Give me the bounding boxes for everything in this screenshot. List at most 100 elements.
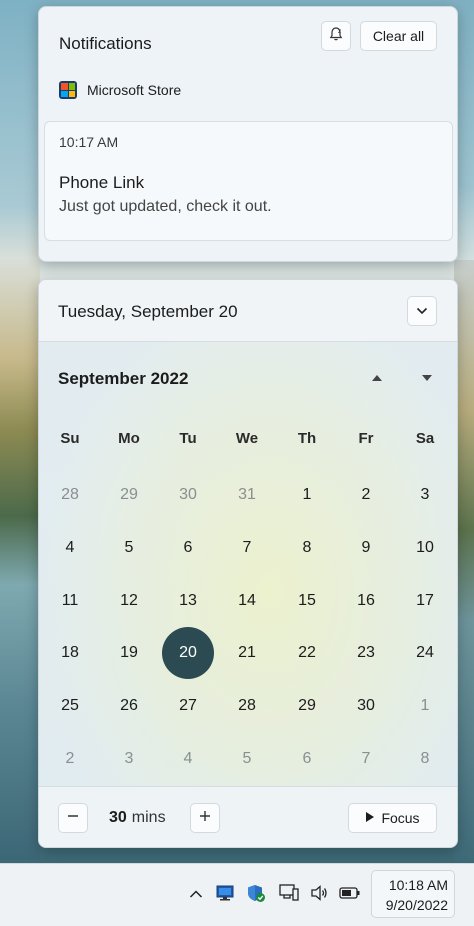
calendar-day[interactable]: 2 xyxy=(44,733,96,785)
calendar-day[interactable]: 3 xyxy=(103,733,155,785)
play-icon xyxy=(365,810,375,826)
calendar-day[interactable]: 22 xyxy=(281,627,333,679)
calendar-day[interactable]: 28 xyxy=(221,680,273,732)
calendar-day[interactable]: 8 xyxy=(399,733,451,785)
calendar-day[interactable]: 28 xyxy=(44,469,96,521)
notification-time: 10:17 AM xyxy=(59,134,119,150)
weekday-label: We xyxy=(235,430,259,447)
display-tray-button[interactable] xyxy=(214,884,236,906)
weekday-label: Sa xyxy=(415,430,435,447)
calendar-day[interactable]: 4 xyxy=(162,733,214,785)
display-icon xyxy=(215,883,235,908)
calendar-day[interactable]: 9 xyxy=(340,522,392,574)
calendar-day[interactable]: 17 xyxy=(399,575,451,627)
notification-app-header: Microsoft Store xyxy=(59,81,181,99)
calendar-day[interactable]: 6 xyxy=(162,522,214,574)
calendar-day[interactable]: 11 xyxy=(44,575,96,627)
calendar-day[interactable]: 7 xyxy=(221,522,273,574)
do-not-disturb-button[interactable]: z xyxy=(321,21,351,51)
notification-card[interactable]: 10:17 AM Phone Link Just got updated, ch… xyxy=(44,121,453,241)
calendar-day[interactable]: 27 xyxy=(162,680,214,732)
calendar-day[interactable]: 30 xyxy=(340,680,392,732)
calendar-day[interactable]: 15 xyxy=(281,575,333,627)
bell-snooze-icon: z xyxy=(328,26,344,47)
volume-icon xyxy=(310,883,330,908)
triangle-down-icon xyxy=(421,369,433,387)
clock-date: 9/20/2022 xyxy=(385,897,448,913)
calendar-day[interactable]: 21 xyxy=(221,627,273,679)
focus-button-label: Focus xyxy=(381,810,420,826)
calendar-day[interactable]: 7 xyxy=(340,733,392,785)
notification-center: Notifications z Clear all Microsoft Stor… xyxy=(38,6,458,262)
calendar-day[interactable]: 10 xyxy=(399,522,451,574)
weekday-label: Mo xyxy=(118,430,140,447)
minus-icon xyxy=(67,809,79,827)
calendar-day[interactable]: 14 xyxy=(221,575,273,627)
focus-button[interactable]: Focus xyxy=(348,803,437,833)
notifications-title: Notifications xyxy=(59,34,152,53)
plus-icon xyxy=(199,809,211,827)
calendar-day[interactable]: 16 xyxy=(340,575,392,627)
decrease-minutes-button[interactable] xyxy=(58,803,88,833)
focus-duration: 30 mins xyxy=(109,809,166,827)
weekday-header-row: Su Mo Tu We Th Fr Sa xyxy=(39,430,457,450)
triangle-up-icon xyxy=(371,369,383,387)
focus-session-bar: 30 mins Focus xyxy=(39,786,457,847)
show-hidden-icons-button[interactable] xyxy=(185,884,207,906)
chevron-up-icon xyxy=(189,886,203,904)
microsoft-store-icon xyxy=(59,81,77,99)
calendar-day[interactable]: 12 xyxy=(103,575,155,627)
desktop-wallpaper-left xyxy=(0,0,40,860)
calendar-day[interactable]: 19 xyxy=(103,627,155,679)
calendar-day[interactable]: 4 xyxy=(44,522,96,574)
calendar-day[interactable]: 18 xyxy=(44,627,96,679)
volume-tray-button[interactable] xyxy=(309,884,331,906)
calendar-day[interactable]: 24 xyxy=(399,627,451,679)
month-label: September 2022 xyxy=(58,369,189,388)
windows-security-button[interactable] xyxy=(245,884,267,906)
calendar-day[interactable]: 23 xyxy=(340,627,392,679)
taskbar-clock[interactable]: 10:18 AM 9/20/2022 xyxy=(371,870,455,918)
network-icon xyxy=(278,883,300,908)
notification-title: Phone Link xyxy=(59,173,145,192)
notification-body: Just got updated, check it out. xyxy=(59,198,272,215)
selected-date-label: Tuesday, September 20 xyxy=(58,302,238,321)
network-tray-button[interactable] xyxy=(278,883,300,908)
increase-minutes-button[interactable] xyxy=(190,803,220,833)
calendar-day[interactable]: 5 xyxy=(103,522,155,574)
app-name: Microsoft Store xyxy=(87,82,182,98)
calendar-day[interactable]: 26 xyxy=(103,680,155,732)
taskbar: 10:18 AM 9/20/2022 xyxy=(0,863,474,926)
calendar-day[interactable]: 3 xyxy=(399,469,451,521)
calendar-day[interactable]: 29 xyxy=(281,680,333,732)
clear-all-button[interactable]: Clear all xyxy=(360,21,437,51)
previous-month-button[interactable] xyxy=(367,370,387,386)
weekday-label: Fr xyxy=(358,430,374,447)
weekday-label: Su xyxy=(60,430,80,447)
calendar-day[interactable]: 13 xyxy=(162,575,214,627)
battery-icon xyxy=(339,886,361,905)
calendar-day[interactable]: 30 xyxy=(162,469,214,521)
calendar-day-today[interactable]: 20 xyxy=(162,627,214,679)
chevron-down-icon xyxy=(416,302,428,320)
calendar-day[interactable]: 31 xyxy=(221,469,273,521)
weekday-label: Th xyxy=(297,430,317,447)
calendar-day[interactable]: 1 xyxy=(399,680,451,732)
focus-minutes-value: 30 xyxy=(109,809,127,826)
collapse-calendar-button[interactable] xyxy=(407,296,437,326)
calendar-day[interactable]: 1 xyxy=(281,469,333,521)
calendar-day[interactable]: 25 xyxy=(44,680,96,732)
calendar-day[interactable]: 5 xyxy=(221,733,273,785)
security-shield-icon xyxy=(246,883,266,908)
battery-tray-button[interactable] xyxy=(339,884,361,906)
calendar-header: Tuesday, September 20 xyxy=(39,280,457,342)
next-month-button[interactable] xyxy=(417,370,437,386)
calendar-day[interactable]: 29 xyxy=(103,469,155,521)
calendar-day[interactable]: 2 xyxy=(340,469,392,521)
focus-minutes-unit: mins xyxy=(131,809,166,826)
calendar-day[interactable]: 6 xyxy=(281,733,333,785)
calendar-flyout: Tuesday, September 20 September 2022 Su M… xyxy=(38,279,458,848)
svg-text:z: z xyxy=(338,28,341,35)
calendar-day[interactable]: 8 xyxy=(281,522,333,574)
clock-time: 10:18 AM xyxy=(388,877,448,893)
